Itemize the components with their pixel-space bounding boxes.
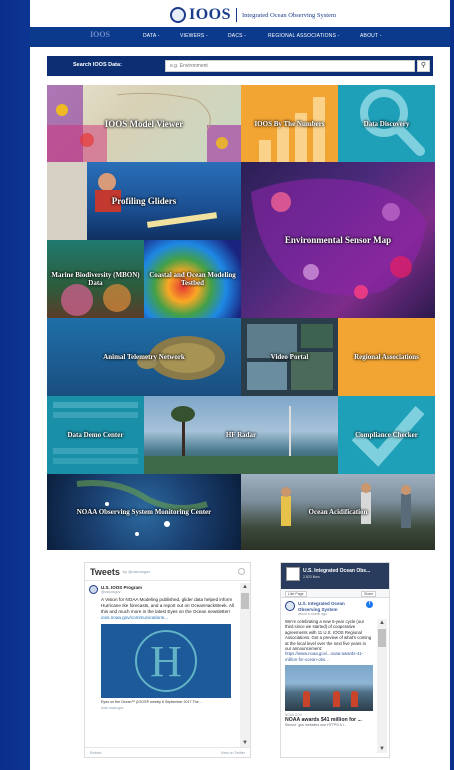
tweet-link[interactable]: ioos.noaa.gov/communications...	[101, 615, 235, 620]
search-button[interactable]: ⚲	[417, 60, 430, 72]
brand-divider	[236, 8, 238, 22]
post-subtext: Secure .gov websites use HTTPS A l...	[285, 723, 347, 728]
facebook-page-title[interactable]: U.S. Integrated Ocean Obs...	[303, 568, 370, 574]
tweet-card-source: ioos.noaa.gov	[101, 706, 124, 710]
gear-icon[interactable]	[238, 568, 245, 575]
tile-profiling-gliders[interactable]: Profiling Gliders	[47, 162, 241, 240]
eyes-on-ocean-logo-icon: H	[135, 630, 197, 692]
twitter-timeline[interactable]: Tweets by @usioosgov U.S. IOOS Program @…	[84, 562, 251, 758]
twitter-title: Tweets	[90, 566, 120, 577]
main-navbar: IOOS DATA - VIEWERS - DACS - REGIONAL AS…	[30, 27, 450, 47]
nav-item-about[interactable]: ABOUT -	[360, 33, 382, 39]
tile-by-the-numbers[interactable]: IOOS By The Numbers	[241, 85, 338, 162]
scroll-up-icon[interactable]: ▲	[240, 583, 250, 591]
tile-video-portal[interactable]: Video Portal	[241, 318, 338, 396]
tile-label-data-demo-center: Data Demo Center	[67, 431, 124, 439]
facebook-post: U.S. Integrated Ocean Observing System a…	[285, 601, 373, 727]
nav-item-regional-associations[interactable]: REGIONAL ASSOCIATIONS -	[268, 33, 340, 39]
tile-label-ocean-acidification: Ocean Acidification	[308, 508, 368, 516]
tile-compliance-checker[interactable]: Compliance Checker	[338, 396, 435, 474]
twitter-scrollbar[interactable]: ▲ ▼	[240, 583, 250, 747]
page-container: IOOS Integrated Ocean Observing System I…	[30, 0, 450, 770]
scroll-down-icon[interactable]: ▼	[240, 739, 250, 747]
nav-logo[interactable]: IOOS	[90, 30, 110, 39]
post-image[interactable]	[285, 665, 373, 712]
scroll-down-icon[interactable]: ▼	[377, 745, 387, 753]
tweet-user[interactable]: U.S. IOOS Program @usioosgov	[89, 585, 235, 594]
person-figure	[351, 691, 358, 708]
page-logo[interactable]	[286, 567, 300, 581]
tweet-user-handle[interactable]: @usioosgov	[101, 590, 142, 594]
tile-mbon[interactable]: Marine Biodiversity (MBON) Data	[47, 240, 144, 318]
tile-label-sensor-map: Environmental Sensor Map	[284, 235, 392, 245]
search-label: Search IOOS Data:	[73, 62, 122, 68]
nav-item-viewers[interactable]: VIEWERS -	[180, 33, 208, 39]
tweet-text: A Vision for NOAA Modeling published, gl…	[101, 597, 234, 614]
person-figure	[333, 691, 340, 708]
twitter-by[interactable]: by @usioosgov	[123, 569, 150, 574]
facebook-logo-icon[interactable]: f	[366, 601, 373, 608]
avatar[interactable]	[89, 585, 98, 594]
tile-label-osmc: NOAA Observing System Monitoring Center	[76, 508, 212, 516]
view-on-twitter-link[interactable]: View on Twitter	[221, 751, 245, 755]
embed-link[interactable]: Embed	[90, 751, 101, 755]
tweet-card-caption[interactable]: Eyes on the Ocean™ (IOOS® weekly 6 Septe…	[101, 700, 231, 704]
facebook-likes: 2,823 likes	[303, 575, 320, 579]
scroll-up-icon[interactable]: ▲	[377, 619, 387, 627]
tile-label-profiling-gliders: Profiling Gliders	[111, 196, 177, 206]
facebook-scrollbar[interactable]: ▲ ▼	[377, 619, 387, 753]
person-figure	[303, 691, 310, 708]
brand-name: IOOS	[189, 6, 232, 23]
tile-hf-radar[interactable]: HF Radar	[144, 396, 338, 474]
share-button[interactable]: Share	[361, 591, 377, 597]
post-link[interactable]: https://www.noaa.gov/...noaa-awards-41-m…	[285, 651, 373, 662]
tile-label-video-portal: Video Portal	[270, 353, 309, 361]
like-page-button[interactable]: Like Page	[285, 591, 307, 597]
tile-animal-telemetry[interactable]: Animal Telemetry Network	[47, 318, 241, 396]
post-author[interactable]: U.S. Integrated Ocean Observing System	[298, 601, 364, 612]
facebook-page-plugin[interactable]: U.S. Integrated Ocean Obs... 2,823 likes…	[280, 562, 390, 758]
tile-label-by-the-numbers: IOOS By The Numbers	[254, 119, 325, 128]
tile-label-coastal-modeling: Coastal and Ocean Modeling Testbed	[149, 271, 236, 287]
post-text: We're celebrating a new 5-year cycle (ou…	[285, 619, 372, 652]
facebook-header[interactable]: U.S. Integrated Ocean Obs... 2,823 likes	[281, 563, 389, 589]
nav-item-dacs[interactable]: DACS -	[228, 33, 246, 39]
tile-ocean-acidification[interactable]: Ocean Acidification	[241, 474, 435, 550]
tile-label-model-viewer: IOOS Model Viewer	[104, 118, 184, 129]
nav-item-data[interactable]: DATA -	[143, 33, 160, 39]
brand-tagline: Integrated Ocean Observing System	[242, 11, 337, 19]
tile-label-hf-radar: HF Radar	[225, 431, 257, 439]
search-input[interactable]	[165, 60, 415, 72]
post-header: U.S. Integrated Ocean Observing System a…	[285, 601, 373, 616]
ioos-logo[interactable]: IOOS Integrated Ocean Observing System	[170, 6, 336, 24]
tile-data-demo-center[interactable]: Data Demo Center	[47, 396, 144, 474]
search-icon: ⚲	[420, 62, 427, 69]
tile-data-discovery[interactable]: Data Discovery	[338, 85, 435, 162]
scroll-thumb[interactable]	[378, 629, 386, 647]
tile-label-mbon: Marine Biodiversity (MBON) Data	[51, 271, 140, 287]
scroll-thumb[interactable]	[241, 593, 249, 609]
tweet-card-image[interactable]: H	[101, 624, 231, 698]
tile-label-data-discovery: Data Discovery	[363, 119, 410, 128]
twitter-footer: Embed View on Twitter	[85, 747, 250, 757]
facebook-action-bar: Like Page Share	[281, 589, 389, 598]
tile-label-animal-telemetry: Animal Telemetry Network	[103, 353, 185, 361]
tile-model-viewer[interactable]: IOOS Model Viewer	[47, 85, 241, 162]
twitter-header: Tweets by @usioosgov	[85, 563, 250, 581]
tile-osmc[interactable]: NOAA Observing System Monitoring Center	[47, 474, 241, 550]
ioos-emblem-icon	[170, 7, 186, 23]
tweet: U.S. IOOS Program @usioosgov A Vision fo…	[85, 581, 239, 745]
search-bar: Search IOOS Data: ⚲	[47, 56, 433, 76]
avatar[interactable]	[285, 601, 295, 611]
tile-regional-associations[interactable]: Regional Associations	[338, 318, 435, 396]
post-time[interactable]: about a month ago	[298, 612, 364, 616]
tile-label-compliance-checker: Compliance Checker	[355, 431, 418, 439]
tile-sensor-map[interactable]: Environmental Sensor Map	[241, 162, 435, 318]
tile-coastal-modeling[interactable]: Coastal and Ocean Modeling Testbed	[144, 240, 241, 318]
tile-label-regional-associations: Regional Associations	[354, 353, 419, 361]
brand-header: IOOS Integrated Ocean Observing System	[30, 0, 450, 30]
